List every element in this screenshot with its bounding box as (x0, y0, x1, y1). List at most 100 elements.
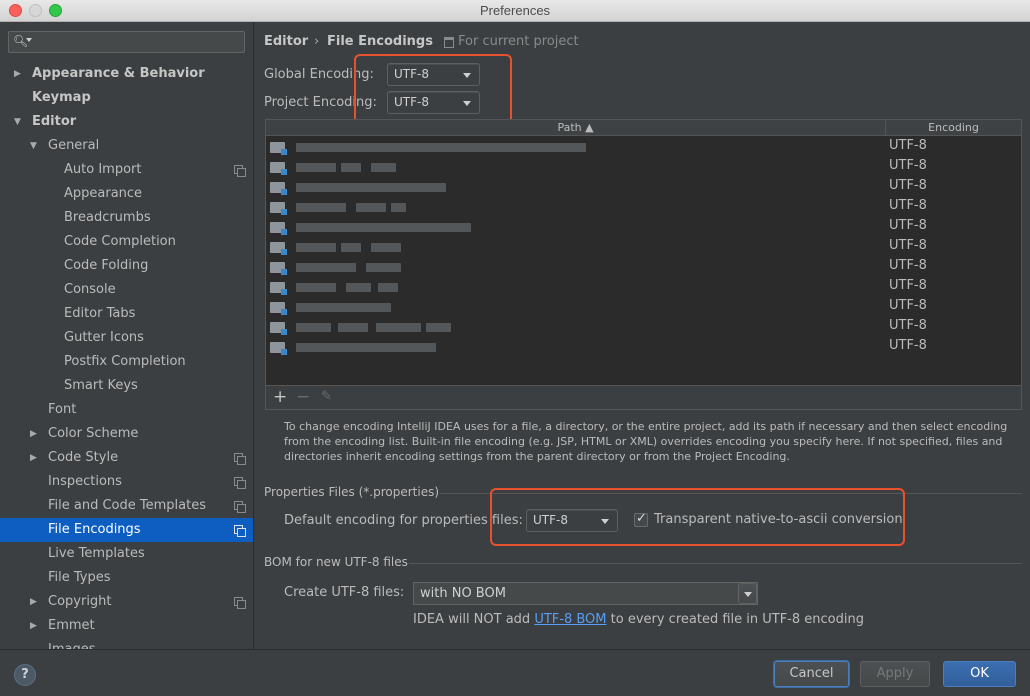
create-utf8-files-dropdown-button[interactable] (738, 583, 757, 604)
create-utf8-files-select[interactable]: with NO BOM (413, 582, 758, 605)
sidebar-item-label: General (48, 138, 100, 153)
sidebar-item[interactable]: Editor Tabs (0, 302, 253, 326)
sidebar-item[interactable]: Postfix Completion (0, 350, 253, 374)
redacted-path (296, 163, 336, 172)
sidebar-item[interactable]: Console (0, 278, 253, 302)
project-settings-icon (234, 597, 246, 609)
expand-arrow-down-icon[interactable]: ▼ (14, 110, 26, 134)
row-encoding-value[interactable]: UTF-8 (889, 278, 927, 293)
search-options-chevron-icon[interactable] (26, 38, 32, 42)
window-title: Preferences (479, 3, 551, 18)
sidebar-item[interactable]: Auto Import (0, 158, 253, 182)
table-row[interactable]: UTF-8 (266, 177, 1021, 197)
table-row[interactable]: UTF-8 (266, 337, 1021, 357)
row-encoding-value[interactable]: UTF-8 (889, 218, 927, 233)
sidebar-item-label: Emmet (48, 618, 95, 633)
redacted-path (296, 343, 436, 352)
sidebar-item[interactable]: Code Folding (0, 254, 253, 278)
expand-arrow-down-icon[interactable]: ▼ (30, 134, 42, 158)
row-encoding-value[interactable]: UTF-8 (889, 138, 927, 153)
sidebar-item-label: Keymap (32, 90, 91, 105)
sidebar-item-label: Smart Keys (64, 378, 138, 393)
sidebar-item-label: Appearance & Behavior (32, 66, 205, 81)
sidebar-item[interactable]: ▶ Code Style (0, 446, 253, 470)
help-button[interactable]: ? (14, 664, 36, 686)
breadcrumb-separator: › (314, 34, 320, 49)
sidebar-item[interactable]: Appearance (0, 182, 253, 206)
table-toolbar: + − ✎ (266, 385, 1021, 409)
row-encoding-value[interactable]: UTF-8 (889, 178, 927, 193)
expand-arrow-right-icon[interactable]: ▶ (30, 422, 42, 446)
table-row[interactable]: UTF-8 (266, 197, 1021, 217)
folder-icon (270, 322, 287, 335)
sidebar-item-label: Editor Tabs (64, 306, 136, 321)
sidebar-item-label: Breadcrumbs (64, 210, 151, 225)
expand-arrow-right-icon[interactable]: ▶ (30, 614, 42, 638)
table-row[interactable]: UTF-8 (266, 297, 1021, 317)
sidebar-item[interactable]: Inspections (0, 470, 253, 494)
expand-arrow-right-icon[interactable]: ▶ (14, 62, 26, 86)
sidebar-item-label: Postfix Completion (64, 354, 186, 369)
column-header-encoding[interactable]: Encoding (886, 120, 1021, 136)
sidebar-item[interactable]: ▶ Color Scheme (0, 422, 253, 446)
table-row[interactable]: UTF-8 (266, 137, 1021, 157)
bom-note-text: IDEA will NOT add (413, 612, 535, 627)
row-encoding-value[interactable]: UTF-8 (889, 298, 927, 313)
breadcrumb-parent[interactable]: Editor (264, 34, 308, 49)
table-row[interactable]: UTF-8 (266, 277, 1021, 297)
sidebar-item[interactable]: ▶ Emmet (0, 614, 253, 638)
table-row[interactable]: UTF-8 (266, 257, 1021, 277)
sidebar-item[interactable]: ▶ Copyright (0, 590, 253, 614)
expand-arrow-right-icon[interactable]: ▶ (30, 446, 42, 470)
sidebar-item-label: Code Completion (64, 234, 176, 249)
remove-path-button[interactable]: − (296, 387, 310, 407)
redacted-path (366, 263, 401, 272)
settings-sidebar: 🔍︎ ▶ Appearance & Behavior Keymap ▼ Editor ▼ G… (0, 22, 254, 649)
sidebar-item[interactable]: ▶ Appearance & Behavior (0, 62, 253, 86)
row-encoding-value[interactable]: UTF-8 (889, 198, 927, 213)
ok-button[interactable]: OK (943, 661, 1016, 687)
row-encoding-value[interactable]: UTF-8 (889, 258, 927, 273)
sidebar-item[interactable]: Images (0, 638, 253, 649)
search-input[interactable] (37, 33, 237, 51)
properties-section-title: Properties Files (*.properties) (264, 485, 440, 499)
edit-path-button[interactable]: ✎ (321, 389, 332, 404)
sidebar-item[interactable]: Smart Keys (0, 374, 253, 398)
row-encoding-value[interactable]: UTF-8 (889, 238, 927, 253)
sidebar-item[interactable]: File and Code Templates (0, 494, 253, 518)
add-path-button[interactable]: + (273, 387, 287, 407)
cancel-button[interactable]: Cancel (774, 661, 849, 687)
sidebar-item[interactable]: Live Templates (0, 542, 253, 566)
redacted-path (296, 303, 391, 312)
sidebar-item[interactable]: File Types (0, 566, 253, 590)
sidebar-item[interactable]: ▼ General (0, 134, 253, 158)
sidebar-item[interactable]: Code Completion (0, 230, 253, 254)
expand-arrow-right-icon[interactable]: ▶ (30, 590, 42, 614)
row-encoding-value[interactable]: UTF-8 (889, 338, 927, 353)
table-row[interactable]: UTF-8 (266, 237, 1021, 257)
row-encoding-value[interactable]: UTF-8 (889, 318, 927, 333)
sidebar-item[interactable]: ▼ Editor (0, 110, 253, 134)
utf8-bom-link[interactable]: UTF-8 BOM (534, 612, 606, 627)
table-row[interactable]: UTF-8 (266, 157, 1021, 177)
column-header-path[interactable]: Path ▲ (266, 120, 886, 136)
row-encoding-value[interactable]: UTF-8 (889, 158, 927, 173)
sidebar-item-label: Console (64, 282, 116, 297)
settings-search[interactable]: 🔍︎ (8, 31, 245, 53)
redacted-path (338, 323, 368, 332)
table-header: Path ▲ Encoding (266, 120, 1021, 136)
project-settings-icon (234, 501, 246, 513)
project-settings-icon (234, 165, 246, 177)
project-settings-icon (234, 453, 246, 465)
sidebar-item[interactable]: File Encodings (0, 518, 253, 542)
table-row[interactable]: UTF-8 (266, 217, 1021, 237)
sidebar-item[interactable]: Keymap (0, 86, 253, 110)
sidebar-item[interactable]: Font (0, 398, 253, 422)
title-bar: Preferences (0, 0, 1030, 22)
table-row[interactable]: UTF-8 (266, 317, 1021, 337)
sidebar-item[interactable]: Gutter Icons (0, 326, 253, 350)
encoding-help-text: To change encoding IntelliJ IDEA uses fo… (284, 420, 1008, 463)
apply-button[interactable]: Apply (860, 661, 930, 687)
default-properties-encoding-label: Default encoding for properties files: (284, 513, 523, 528)
sidebar-item[interactable]: Breadcrumbs (0, 206, 253, 230)
